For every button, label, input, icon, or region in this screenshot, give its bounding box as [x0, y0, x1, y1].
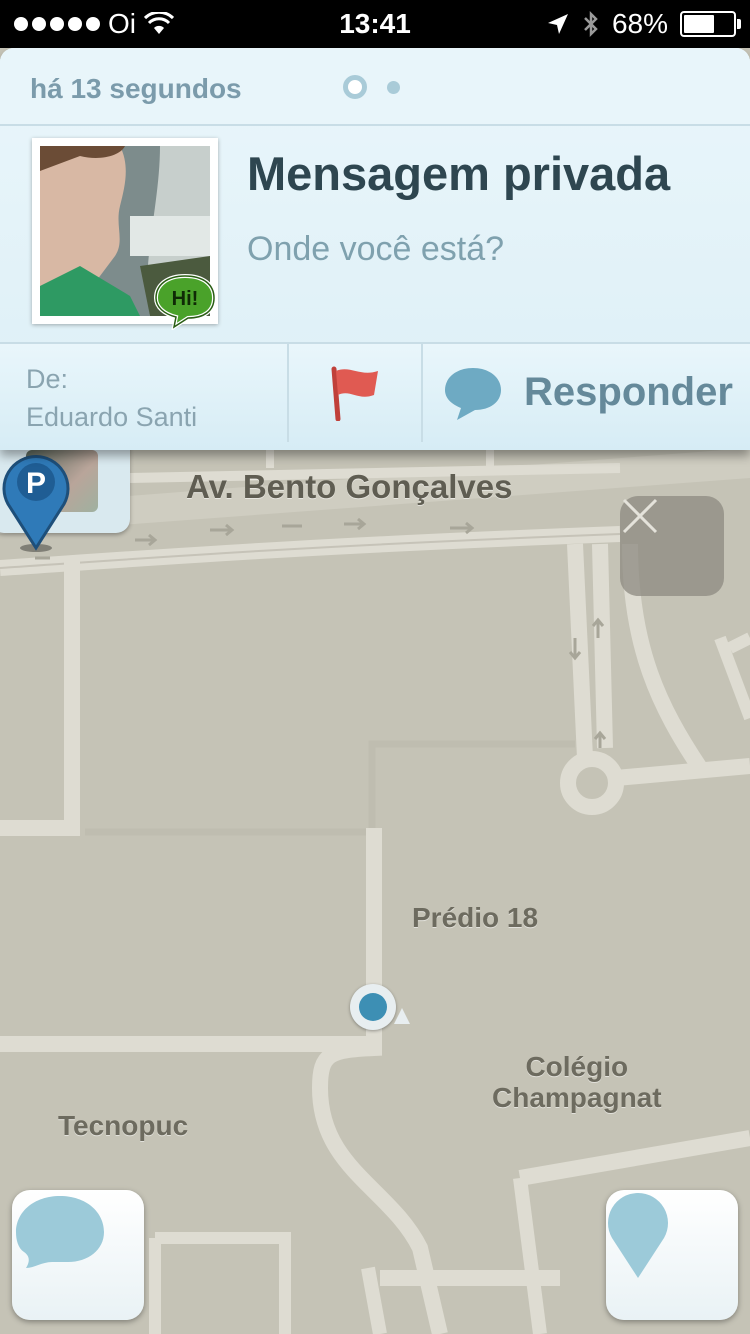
- heading-arrow-icon: [394, 1008, 410, 1024]
- location-arrow-icon: [547, 14, 568, 34]
- message-text: Onde você está?: [247, 230, 505, 268]
- status-bar: Oi 13:41 68%: [0, 0, 750, 48]
- user-location-marker: [350, 984, 396, 1030]
- reply-label: Responder: [524, 370, 733, 414]
- street-name-label: Av. Bento Gonçalves: [186, 468, 513, 505]
- battery-percent: 68%: [611, 8, 668, 39]
- notification-header: há 13 segundos: [0, 48, 750, 126]
- building-label-predio: Prédio 18: [412, 902, 539, 933]
- page-dot: [387, 80, 400, 94]
- notification-time: há 13 segundos: [30, 73, 242, 104]
- colegio-line1: Colégio: [525, 1051, 629, 1082]
- report-pin-button[interactable]: [606, 1190, 738, 1320]
- status-right: 68%: [546, 8, 741, 40]
- location-pin-icon: [608, 1193, 668, 1278]
- page-dot-active: [343, 75, 367, 99]
- parking-pin-icon[interactable]: P: [0, 448, 72, 552]
- parking-letter: P: [26, 467, 46, 500]
- from-label: De:: [26, 364, 69, 394]
- waze-menu-button[interactable]: [12, 1190, 144, 1320]
- notification-actions: De: Eduardo Santi Responder: [0, 342, 750, 450]
- close-button[interactable]: [620, 496, 724, 596]
- battery-fill: [684, 15, 714, 33]
- hi-badge-icon: Hi!: [153, 273, 217, 330]
- bluetooth-icon: [584, 10, 598, 38]
- hi-badge-text: Hi!: [172, 288, 199, 310]
- close-icon: [622, 498, 658, 534]
- sender-name: Eduardo Santi: [26, 402, 198, 432]
- waze-bubble-icon: [16, 1196, 104, 1268]
- report-flag-button[interactable]: [289, 344, 421, 442]
- colegio-line2: Champagnat: [492, 1082, 662, 1113]
- building-label-tecnopuc: Tecnopuc: [58, 1110, 189, 1141]
- building-label-colegio: Colégio Champagnat: [492, 1051, 662, 1113]
- battery-icon: [680, 11, 741, 37]
- map-view[interactable]: Av. Bento Gonçalves Prédio 18 Colégio Ch…: [0, 448, 750, 1334]
- reply-button[interactable]: Responder: [423, 344, 750, 442]
- page-indicator: [343, 75, 400, 99]
- speech-bubble-icon: [445, 368, 501, 420]
- message-title: Mensagem privada: [247, 147, 671, 200]
- flag-icon: [331, 366, 378, 421]
- message-notification[interactable]: há 13 segundos Hi! Mensagem privada Onde…: [0, 48, 750, 450]
